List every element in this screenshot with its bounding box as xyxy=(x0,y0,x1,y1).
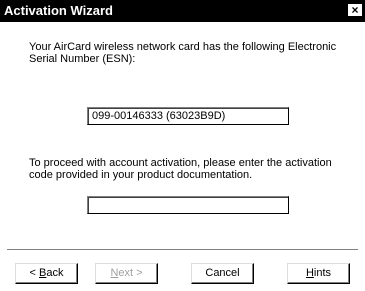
activation-code-input[interactable] xyxy=(87,196,289,214)
back-button[interactable]: < Back xyxy=(15,263,78,284)
button-divider xyxy=(7,249,358,251)
cancel-button[interactable]: Cancel xyxy=(191,263,254,284)
hints-button[interactable]: Hints xyxy=(287,263,350,284)
esn-field[interactable]: 099-00146333 (63023B9D) xyxy=(87,107,289,125)
hints-button-mnemonic: H xyxy=(305,267,314,279)
close-icon: × xyxy=(351,3,359,17)
cancel-button-label: Cancel xyxy=(205,267,240,279)
activation-wizard-dialog: Activation Wizard × Your AirCard wireles… xyxy=(0,0,365,291)
hints-button-label: ints xyxy=(313,267,332,279)
title-bar[interactable]: Activation Wizard × xyxy=(0,0,365,22)
esn-message: Your AirCard wireless network card has t… xyxy=(29,41,337,65)
window-title: Activation Wizard xyxy=(4,3,113,18)
back-button-label: ack xyxy=(46,267,64,279)
next-button-label: ext > xyxy=(118,267,143,279)
back-button-prefix: < xyxy=(29,267,39,279)
close-button[interactable]: × xyxy=(347,3,363,17)
activation-message: To proceed with account activation, plea… xyxy=(29,157,332,181)
next-button[interactable]: Next > xyxy=(95,263,158,284)
